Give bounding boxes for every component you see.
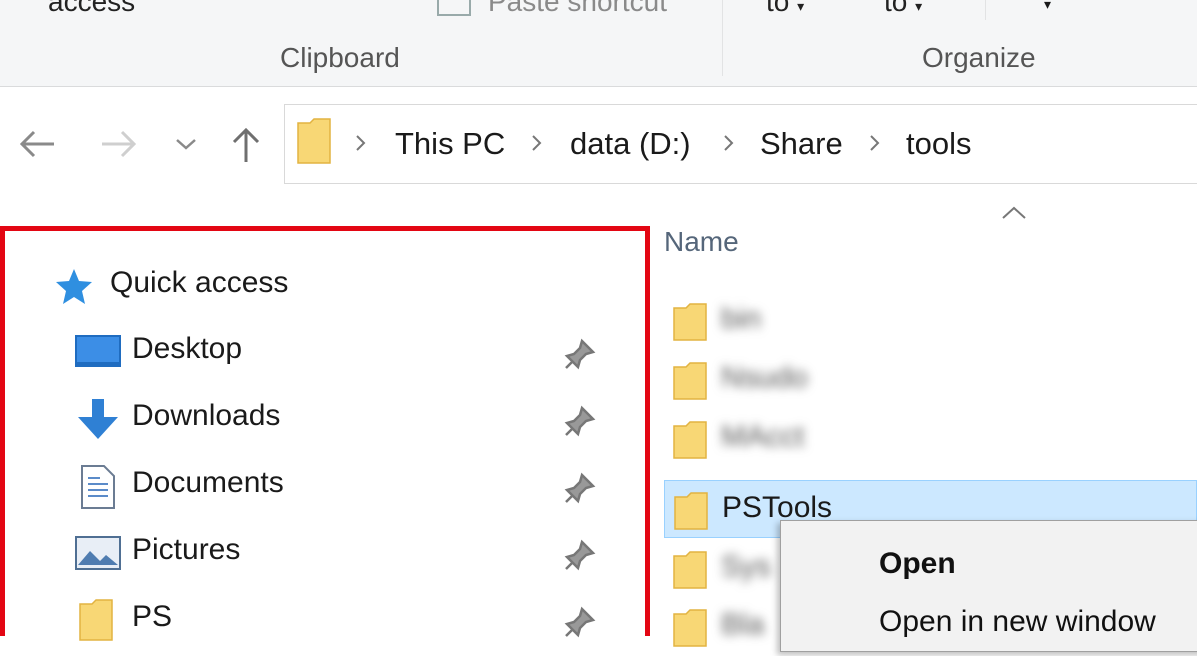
forward-button[interactable] [96, 120, 144, 168]
pictures-icon [75, 536, 121, 570]
up-arrow-icon [232, 127, 260, 162]
folder-icon [673, 609, 707, 647]
file-row[interactable]: bin [664, 292, 1197, 350]
file-name: Bla [721, 608, 765, 641]
column-header-name[interactable]: Name [664, 226, 739, 258]
up-button[interactable] [222, 120, 270, 168]
pin-icon[interactable] [564, 539, 596, 571]
move-to-label: to [766, 0, 790, 17]
folder-icon [673, 362, 707, 400]
file-name: MAcct [721, 420, 805, 453]
nav-item-label: Pictures [132, 533, 241, 566]
pin-icon[interactable] [564, 472, 596, 504]
nav-item-label: Downloads [132, 399, 281, 432]
pin-icon[interactable] [564, 606, 596, 638]
copy-to-label: to [884, 0, 908, 17]
nav-item-label: Documents [132, 466, 284, 499]
breadcrumb-data-drive[interactable]: data (D:) [570, 126, 691, 162]
breadcrumb-this-pc[interactable]: This PC [395, 126, 505, 162]
nav-item-label: Desktop [132, 332, 243, 365]
clipboard-group-label: Clipboard [280, 42, 400, 73]
context-menu-open[interactable]: Open [879, 547, 956, 581]
nav-item-downloads[interactable]: Downloads [70, 389, 600, 449]
move-to-button[interactable]: to ▾ [766, 0, 804, 18]
chevron-right-icon[interactable] [530, 130, 544, 161]
back-button[interactable] [12, 120, 60, 168]
nav-item-label: PS [132, 600, 173, 633]
desktop-icon [75, 335, 121, 367]
breadcrumb-tools[interactable]: tools [906, 126, 971, 162]
folder-icon [79, 599, 113, 641]
ribbon-separator [722, 0, 723, 76]
chevron-down-icon [176, 139, 196, 150]
chevron-down-icon: ▾ [797, 0, 805, 14]
documents-icon [81, 465, 115, 509]
chevron-right-icon[interactable] [722, 130, 736, 161]
file-name: Sys [721, 550, 772, 583]
file-row[interactable]: Nsudo [664, 351, 1197, 409]
file-name: Nsudo [721, 361, 808, 394]
back-arrow-icon [19, 130, 54, 158]
organize-group-label: Organize [922, 42, 1036, 73]
forward-arrow-icon [102, 130, 137, 158]
chevron-down-icon: ▾ [915, 0, 923, 14]
breadcrumb-share[interactable]: Share [760, 126, 843, 162]
ribbon-access-label[interactable]: access [48, 0, 135, 18]
nav-item-ps[interactable]: PS [70, 590, 600, 650]
paste-shortcut-button[interactable]: Paste shortcut [488, 0, 667, 18]
quick-access-item[interactable]: Quick access [54, 264, 354, 308]
file-row[interactable]: MAcct [664, 410, 1197, 468]
nav-item-documents[interactable]: Documents [70, 456, 600, 516]
paste-shortcut-icon [437, 0, 471, 16]
context-menu: Open Open in new window [780, 520, 1197, 652]
chevron-right-icon[interactable] [354, 130, 368, 161]
nav-item-pictures[interactable]: Pictures [70, 523, 600, 583]
chevron-right-icon[interactable] [868, 130, 882, 161]
folder-icon [297, 118, 331, 164]
pin-icon[interactable] [564, 405, 596, 437]
file-name: bin [721, 302, 762, 335]
folder-icon [673, 303, 707, 341]
nav-item-desktop[interactable]: Desktop [70, 322, 600, 382]
context-menu-open-new-window[interactable]: Open in new window [879, 605, 1156, 639]
recent-locations-button[interactable] [162, 120, 210, 168]
sort-ascending-icon [1002, 206, 1026, 219]
quick-access-label: Quick access [110, 266, 289, 299]
folder-icon [673, 421, 707, 459]
chevron-down-icon[interactable]: ▾ [1044, 0, 1051, 13]
folder-icon [674, 492, 708, 530]
ribbon: access Paste shortcut Clipboard to ▾ to … [0, 0, 1197, 87]
folder-icon [673, 551, 707, 589]
star-icon [56, 269, 92, 304]
pin-icon[interactable] [564, 338, 596, 370]
ribbon-separator [985, 0, 986, 20]
copy-to-button[interactable]: to ▾ [884, 0, 922, 18]
downloads-icon [78, 399, 118, 439]
